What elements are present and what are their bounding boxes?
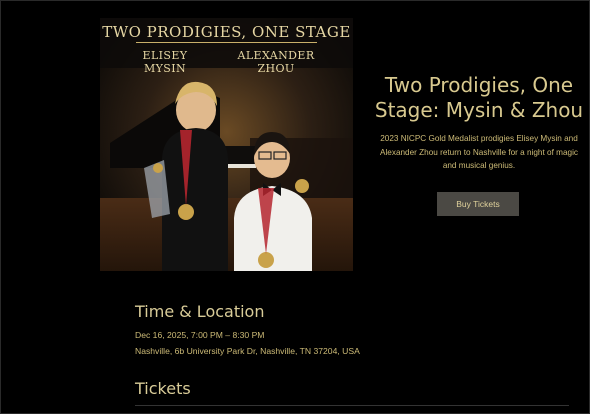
poster-name-left-first: ELISEY	[142, 49, 188, 62]
time-location-heading: Time & Location	[135, 302, 265, 321]
poster-title: TWO PRODIGIES, ONE STAGE	[102, 23, 351, 41]
event-poster-image: TWO PRODIGIES, ONE STAGE ELISEY MYSIN AL…	[100, 18, 353, 271]
event-title: Two Prodigies, One Stage: Mysin & Zhou	[374, 73, 584, 122]
poster-name-left-last: MYSIN	[143, 62, 187, 75]
poster-name-right-last: ZHOU	[257, 62, 295, 75]
poster-name-right-first: ALEXANDER	[237, 49, 315, 62]
poster-name-right: ALEXANDER ZHOU	[230, 49, 322, 75]
event-description: 2023 NICPC Gold Medalist prodigies Elise…	[380, 134, 578, 170]
event-address: Nashville, 6b University Park Dr, Nashvi…	[135, 346, 360, 356]
event-page: TWO PRODIGIES, ONE STAGE ELISEY MYSIN AL…	[0, 0, 590, 414]
tickets-heading: Tickets	[135, 379, 191, 398]
poster-name-left: ELISEY MYSIN	[130, 49, 200, 75]
section-divider	[135, 405, 569, 406]
buy-tickets-button[interactable]: Buy Tickets	[437, 192, 519, 216]
event-date: Dec 16, 2025, 7:00 PM – 8:30 PM	[135, 330, 265, 340]
